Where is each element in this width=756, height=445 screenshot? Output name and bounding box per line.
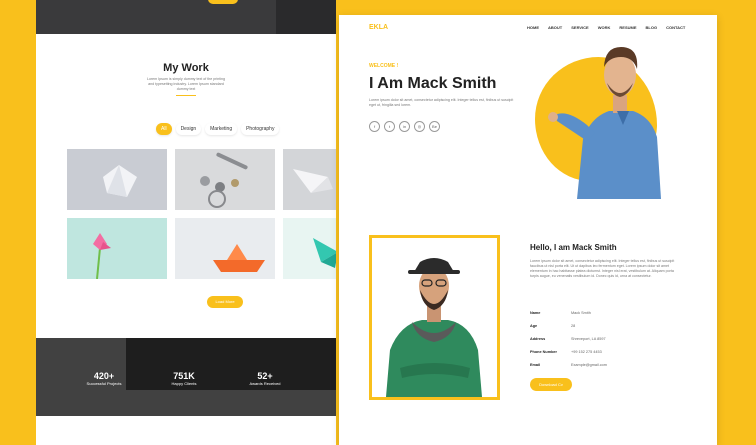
- filter-design[interactable]: Design: [175, 123, 202, 135]
- portfolio-item-paper-fold[interactable]: [67, 149, 167, 210]
- portfolio-item-paper-bird[interactable]: [283, 149, 336, 210]
- welcome-label: WELCOME !: [369, 63, 399, 69]
- about-text: Lorem ipsum dolor sit amet, consectetur …: [530, 259, 675, 278]
- nav-contact[interactable]: CONTACT: [666, 25, 685, 30]
- load-more-button[interactable]: Load More: [207, 296, 243, 308]
- info-key: Address: [530, 337, 546, 341]
- stat-label: Happy Clients: [171, 381, 197, 386]
- filter-photography[interactable]: Photography: [241, 123, 280, 135]
- info-value: 28: [571, 324, 576, 328]
- hero-button[interactable]: [208, 0, 238, 4]
- about-portrait: [386, 258, 482, 397]
- portfolio-item-paper-flower[interactable]: [67, 218, 167, 279]
- my-work-subtitle: Lorem Ipsum is simply dummy text of the …: [146, 77, 226, 91]
- behance-icon[interactable]: Be: [429, 121, 440, 132]
- linkedin-icon[interactable]: in: [399, 121, 410, 132]
- info-value: Example@gmail.com: [571, 363, 607, 367]
- info-value: +99 152 275 4453: [571, 350, 602, 354]
- facebook-icon[interactable]: f: [369, 121, 380, 132]
- stat-value: 751K: [173, 371, 195, 381]
- stat-label: Awards Received: [249, 381, 281, 386]
- stat-label: Successful Projects: [86, 381, 122, 386]
- hero-headline: I Am Mack Smith: [369, 75, 497, 92]
- stat-value: 420+: [93, 371, 115, 381]
- filter-all[interactable]: All: [156, 123, 172, 135]
- twitter-icon[interactable]: t: [384, 121, 395, 132]
- stat-awards: 52+ Awards Received: [235, 371, 295, 386]
- info-value: Mack Smith: [571, 311, 591, 315]
- info-value: Shreveport, LA 8597: [571, 337, 606, 341]
- info-key: Age: [530, 324, 538, 328]
- next-section: [36, 416, 336, 445]
- portfolio-item-paper-boat[interactable]: [175, 218, 275, 279]
- filter-marketing[interactable]: Marketing: [205, 123, 238, 135]
- info-key: Name: [530, 311, 541, 315]
- site-logo[interactable]: EKLA: [369, 24, 388, 31]
- portfolio-item-tools[interactable]: [175, 149, 275, 210]
- stat-projects: 420+ Successful Projects: [74, 371, 134, 386]
- nav-home[interactable]: HOME: [527, 25, 539, 30]
- about-photo-frame: [369, 235, 500, 400]
- left-page-preview: My Work Lorem Ipsum is simply dummy text…: [36, 0, 336, 445]
- title-underline: [176, 95, 196, 96]
- portfolio-item-paper-crane[interactable]: [283, 218, 336, 279]
- hero-intro: Lorem ipsum dolor sit amet, consectetur …: [369, 98, 514, 107]
- right-page-preview: EKLA HOME ABOUT SERVICE WORK RESUME BLOG…: [339, 15, 717, 445]
- about-title: Hello, I am Mack Smith: [530, 243, 617, 252]
- stat-clients: 751K Happy Clients: [154, 371, 214, 386]
- social-links: f t in ◎ Be: [369, 121, 440, 132]
- instagram-icon[interactable]: ◎: [414, 121, 425, 132]
- stat-value: 52+: [257, 371, 273, 381]
- download-cv-button[interactable]: Download Cv: [530, 378, 572, 391]
- info-key: Email: [530, 363, 541, 367]
- hero-portrait: [548, 47, 661, 199]
- hero-photo-strip: [36, 0, 336, 34]
- my-work-title: My Work: [163, 62, 209, 74]
- portfolio-filters: All Design Marketing Photography: [156, 123, 280, 135]
- info-key: Phone Number: [530, 350, 558, 354]
